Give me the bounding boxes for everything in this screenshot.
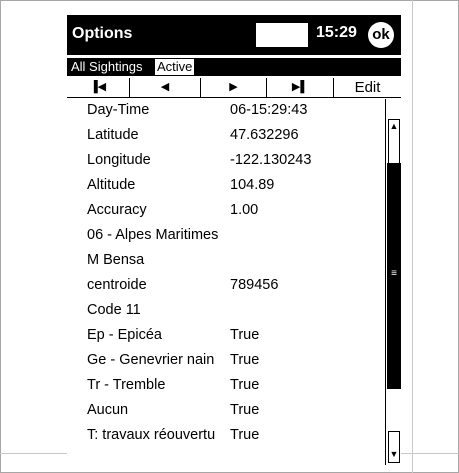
edit-button[interactable]: Edit [334,78,401,97]
field-label: Day-Time [87,102,150,118]
skip-first-icon: ▐◀ [89,81,107,93]
list-item[interactable]: Ge - Genevrier nain True [67,349,385,373]
list-item[interactable]: T: travaux réouvertu True [67,424,385,448]
skip-last-icon: ▶▌ [291,81,309,93]
field-value: True [230,352,260,368]
list-item[interactable]: Aucun True [67,399,385,423]
field-value: 1.00 [230,202,259,218]
field-label: Code 11 [87,302,141,318]
field-label: Altitude [87,177,136,193]
scroll-up-arrow-icon[interactable]: ▲ [388,119,400,165]
field-value: True [230,327,260,343]
field-value: True [230,402,260,418]
field-label: Ep - Epicéa [87,327,162,343]
tab-active[interactable]: Active [155,59,195,75]
next-button[interactable]: ▶ [201,78,267,97]
title-bar: Options 15:29 ok [67,15,401,55]
field-label: Aucun [87,402,129,418]
field-label: Longitude [87,152,151,168]
field-label: Ge - Genevrier nain [87,352,215,368]
list-item[interactable]: Accuracy 1.00 [67,199,385,223]
previous-icon: ◀ [160,81,170,93]
device-screen: Options 15:29 ok All Sightings Active ▐◀… [67,15,401,465]
field-label: T: travaux réouvertu [87,427,216,443]
list-item[interactable]: Tr - Tremble True [67,374,385,398]
list-item[interactable]: centroide 789456 [67,274,385,298]
list-item[interactable]: M Bensa [67,249,385,273]
redacted-box [256,23,308,47]
app-title: Options [72,25,133,42]
list-item[interactable]: Longitude -122.130243 [67,149,385,173]
field-value: -122.130243 [230,152,312,168]
field-label: centroide [87,277,147,293]
list-item[interactable]: Code 11 [67,299,385,323]
field-label: Tr - Tremble [87,377,166,393]
next-icon: ▶ [229,81,238,93]
navigation-toolbar: ▐◀ ◀ ▶ ▶▌ Edit [67,78,401,98]
details-list: Day-Time 06-15:29:43 Latitude 47.632296 … [67,99,385,465]
field-value: 789456 [230,277,279,293]
scroll-thumb[interactable]: ≡ [387,163,401,389]
field-value: True [230,377,260,393]
grip-icon: ≡ [391,268,397,279]
field-label: Latitude [87,127,139,143]
field-value: 47.632296 [230,127,299,143]
list-item[interactable]: Latitude 47.632296 [67,124,385,148]
list-item[interactable]: 06 - Alpes Maritimes [67,224,385,248]
ok-button[interactable]: ok [368,22,394,48]
clock: 15:29 [316,24,357,41]
field-label: 06 - Alpes Maritimes [87,227,219,243]
list-item[interactable]: Day-Time 06-15:29:43 [67,99,385,123]
skip-first-button[interactable]: ▐◀ [67,78,130,97]
previous-button[interactable]: ◀ [130,78,201,97]
field-label: Accuracy [87,202,147,218]
skip-last-button[interactable]: ▶▌ [267,78,334,97]
scroll-down-arrow-icon[interactable]: ▼ [388,431,400,463]
vertical-scrollbar[interactable]: ▲ ≡ ▼ [385,99,401,465]
field-value: True [230,427,260,443]
tab-bar: All Sightings Active [67,58,401,76]
field-value: 104.89 [230,177,275,193]
frame-divider-vertical [412,0,413,473]
list-item[interactable]: Ep - Epicéa True [67,324,385,348]
tab-all-sightings[interactable]: All Sightings [69,59,145,75]
field-label: M Bensa [87,252,145,268]
field-value: 06-15:29:43 [230,102,308,118]
list-item[interactable]: Altitude 104.89 [67,174,385,198]
